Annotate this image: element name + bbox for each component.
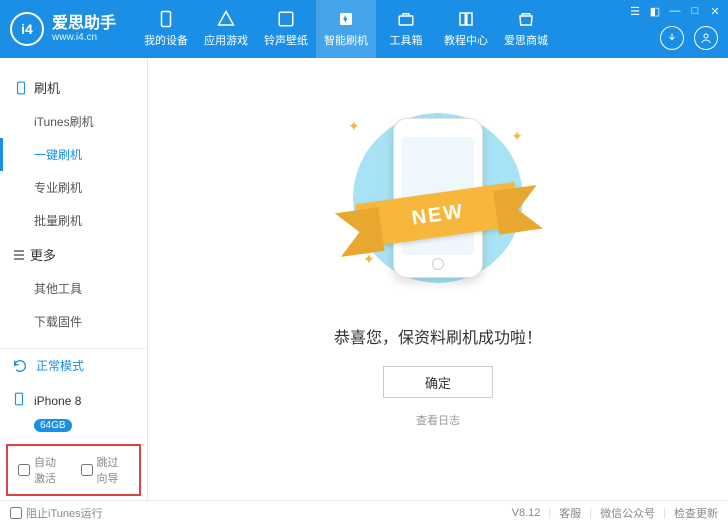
user-button[interactable]	[694, 26, 718, 50]
checkbox-auto-activate[interactable]: 自动激活	[18, 454, 67, 486]
logo-badge: i4	[10, 12, 44, 46]
device-row[interactable]: iPhone 8 64GB	[0, 382, 147, 440]
nav-label: 应用游戏	[204, 32, 248, 48]
checkbox-skip-guide[interactable]: 跳过向导	[81, 454, 130, 486]
apps-icon	[217, 10, 235, 28]
checkbox-label: 阻止iTunes运行	[26, 505, 103, 521]
section-title: 刷机	[34, 78, 60, 97]
checkbox-block-itunes[interactable]: 阻止iTunes运行	[10, 505, 103, 521]
checkbox-label: 跳过向导	[97, 454, 130, 486]
hamburger-icon	[14, 250, 24, 260]
success-illustration: ✦ ✦ ✦ NEW	[338, 98, 538, 298]
window-controls: ☰ ◧ — □ ✕	[628, 4, 722, 18]
phone-icon	[14, 81, 28, 95]
support-link[interactable]: 客服	[559, 505, 581, 521]
logo-title: 爱思助手	[52, 16, 116, 32]
close-icon[interactable]: ✕	[708, 4, 722, 18]
logo-subtitle: www.i4.cn	[52, 32, 116, 43]
phone-icon	[157, 10, 175, 28]
sidebar-item-pro-flash[interactable]: 专业刷机	[34, 171, 147, 204]
app-header: i4 爱思助手 www.i4.cn 我的设备 应用游戏 铃声壁纸 智能刷机 工具…	[0, 0, 728, 58]
wechat-link[interactable]: 微信公众号	[600, 505, 655, 521]
mode-row[interactable]: 正常模式	[0, 349, 147, 382]
sidebar-section-more: 更多	[0, 237, 147, 272]
nav-label: 工具箱	[390, 32, 423, 48]
sidebar-item-advanced[interactable]: 高级功能	[34, 338, 147, 348]
sidebar-item-batch-flash[interactable]: 批量刷机	[34, 204, 147, 237]
mode-label: 正常模式	[36, 357, 84, 374]
sidebar-item-itunes-flash[interactable]: iTunes刷机	[34, 105, 147, 138]
nav-flash[interactable]: 智能刷机	[316, 0, 376, 58]
top-nav: 我的设备 应用游戏 铃声壁纸 智能刷机 工具箱 教程中心 爱思商城	[136, 0, 556, 58]
nav-label: 智能刷机	[324, 32, 368, 48]
section-title: 更多	[30, 245, 56, 264]
flash-icon	[337, 10, 355, 28]
nav-my-device[interactable]: 我的设备	[136, 0, 196, 58]
nav-apps[interactable]: 应用游戏	[196, 0, 256, 58]
checkbox-row: 自动激活 跳过向导	[6, 444, 141, 496]
download-button[interactable]	[660, 26, 684, 50]
device-name: iPhone 8	[34, 394, 81, 408]
sidebar-item-download-firmware[interactable]: 下载固件	[34, 305, 147, 338]
nav-label: 教程中心	[444, 32, 488, 48]
nav-toolbox[interactable]: 工具箱	[376, 0, 436, 58]
storage-badge: 64GB	[34, 419, 72, 432]
minimize-icon[interactable]: —	[668, 4, 682, 18]
logo: i4 爱思助手 www.i4.cn	[10, 12, 116, 46]
book-icon	[457, 10, 475, 28]
nav-store[interactable]: 爱思商城	[496, 0, 556, 58]
skin-icon[interactable]: ◧	[648, 4, 662, 18]
sidebar: 刷机 iTunes刷机 一键刷机 专业刷机 批量刷机 更多 其他工具 下载固件 …	[0, 58, 148, 500]
maximize-icon[interactable]: □	[688, 4, 702, 18]
nav-label: 爱思商城	[504, 32, 548, 48]
nav-tutorial[interactable]: 教程中心	[436, 0, 496, 58]
refresh-icon	[12, 358, 28, 374]
settings-icon[interactable]: ☰	[628, 4, 642, 18]
image-icon	[277, 10, 295, 28]
toolbox-icon	[397, 10, 415, 28]
success-message: 恭喜您，保资料刷机成功啦！	[334, 324, 542, 348]
phone-icon	[12, 390, 26, 411]
nav-label: 我的设备	[144, 32, 188, 48]
store-icon	[517, 10, 535, 28]
footer: 阻止iTunes运行 V8.12 | 客服 | 微信公众号 | 检查更新	[0, 500, 728, 524]
ok-button[interactable]: 确定	[383, 366, 493, 398]
checkbox-label: 自动激活	[34, 454, 67, 486]
header-right	[660, 26, 718, 50]
main-panel: ✦ ✦ ✦ NEW 恭喜您，保资料刷机成功啦！ 确定 查看日志	[148, 58, 728, 500]
version-label: V8.12	[512, 507, 541, 519]
view-log-link[interactable]: 查看日志	[416, 412, 460, 428]
sidebar-item-oneclick-flash[interactable]: 一键刷机	[34, 138, 147, 171]
nav-label: 铃声壁纸	[264, 32, 308, 48]
sidebar-item-other-tools[interactable]: 其他工具	[34, 272, 147, 305]
update-link[interactable]: 检查更新	[674, 505, 718, 521]
nav-ringtone[interactable]: 铃声壁纸	[256, 0, 316, 58]
sidebar-section-flash: 刷机	[0, 70, 147, 105]
